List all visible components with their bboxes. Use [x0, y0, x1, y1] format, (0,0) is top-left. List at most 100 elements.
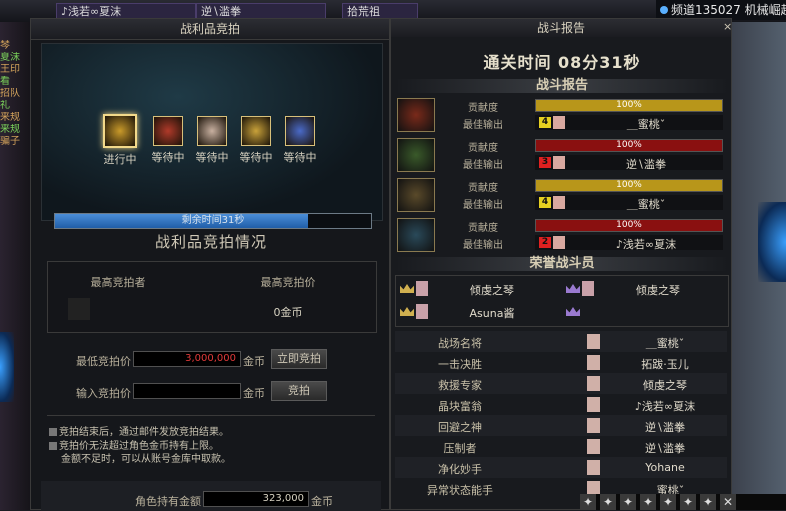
loot-auction-window: 战利品竞拍 ? 进行中等待中等待中等待中等待中 剩余时间31秒 战利品竞拍情况 …	[30, 18, 390, 511]
top-bidder-avatar	[68, 298, 90, 320]
crown-icon	[566, 284, 580, 293]
honor-member-name: Asuna酱	[469, 307, 515, 320]
hotbar-slot[interactable]: ✦	[700, 494, 716, 510]
character-portrait	[397, 178, 435, 212]
player-contribution-row: 贡献度 最佳输出 100% 4 ＿蜜桃ˇ	[395, 177, 727, 213]
player-avatar	[587, 334, 600, 349]
hotbar-slot[interactable]: ✦	[680, 494, 696, 510]
divider	[47, 415, 375, 416]
bullet-icon	[49, 442, 57, 450]
player-name: ＿蜜桃ˇ	[626, 118, 666, 131]
player-avatar	[587, 460, 600, 475]
loot-item-slot[interactable]: 进行中	[102, 114, 138, 167]
battle-report-window: 战斗报告 × 通关时间 08分31秒 战斗报告 贡献度 最佳输出 100% 4 ＿蜜桃ˇ…	[390, 18, 732, 510]
loot-item-slot[interactable]: 等待中	[194, 116, 230, 165]
contribution-bar: 100%	[535, 219, 723, 232]
loot-item-icon	[285, 116, 315, 146]
honor-member[interactable]: Asuna酱	[396, 302, 556, 322]
gold-amount: 323,000	[203, 491, 309, 507]
loot-item-icon	[197, 116, 227, 146]
honor-member[interactable]: 倾虔之琴	[396, 279, 556, 299]
player-avatar	[587, 397, 600, 412]
notice-line: 竞拍结束后，通过邮件发放竞拍结果。	[49, 423, 229, 438]
hotbar: ✦ ✦ ✦ ✦ ✦ ✦ ✦ ✕	[580, 494, 786, 510]
player-name: 逆∖滥拳	[625, 158, 666, 171]
chat-line: 看	[0, 76, 10, 87]
title-name: 晶块富翁	[438, 400, 482, 413]
bid-input[interactable]	[133, 383, 241, 399]
contribution-bar: 100%	[535, 99, 723, 112]
title-name: 压制者	[443, 442, 477, 455]
title-name: 回避之神	[438, 421, 482, 434]
best-output-box: 4 ＿蜜桃ˇ	[535, 115, 723, 131]
player-avatar	[553, 196, 565, 209]
window-title: 战斗报告	[391, 19, 731, 37]
character-portrait	[397, 98, 435, 132]
contribution-bar: 100%	[535, 179, 723, 192]
honor-list: 倾虔之琴 倾虔之琴 Asuna酱	[395, 275, 729, 327]
title-name: 救援专家	[438, 379, 482, 392]
loot-item-status: 等待中	[195, 151, 229, 164]
portal-glow	[758, 202, 786, 282]
hotbar-slot[interactable]: ✦	[620, 494, 636, 510]
gold-unit: 金币	[311, 495, 333, 508]
crown-icon	[400, 307, 414, 316]
contribution-bar: 100%	[535, 139, 723, 152]
loot-item-icon	[103, 114, 137, 148]
honor-member[interactable]: 倾虔之琴	[562, 279, 722, 299]
gold-label: 角色持有金额	[135, 495, 201, 508]
character-portrait	[397, 138, 435, 172]
title-player-name: 拓跋·玉儿	[641, 358, 689, 371]
hotbar-slot[interactable]: ✦	[580, 494, 596, 510]
min-bid-label: 最低竞拍价	[76, 355, 131, 368]
hotbar-slot[interactable]: ✦	[600, 494, 616, 510]
crown-icon	[400, 284, 414, 293]
player-avatar	[582, 281, 594, 296]
contribution-label: 贡献度	[468, 143, 498, 154]
contribution-percent: 100%	[616, 140, 642, 150]
loot-item-status: 进行中	[103, 153, 137, 166]
best-output-box: 3 逆∖滥拳	[535, 155, 723, 171]
crown-icon	[566, 307, 580, 316]
title-player-name: 逆∖滥拳	[644, 421, 685, 434]
best-output-label: 最佳输出	[463, 240, 503, 251]
min-bid-unit: 金币	[243, 355, 265, 368]
loot-item-slot[interactable]: 等待中	[282, 116, 318, 165]
title-player-name: ＿蜜桃ˇ	[645, 337, 685, 350]
instant-bid-button[interactable]: 立即竞拍	[271, 349, 327, 369]
loot-item-status: 等待中	[239, 151, 273, 164]
rank-badge: 3	[539, 157, 551, 168]
player-avatar	[553, 116, 565, 129]
honor-member[interactable]	[562, 302, 722, 322]
window-title: 战利品竞拍	[31, 19, 389, 40]
title-row: 压制者 逆∖滥拳	[395, 436, 727, 457]
player-contribution-row: 贡献度 最佳输出 100% 4 ＿蜜桃ˇ	[395, 97, 727, 133]
title-name: 一击决胜	[438, 358, 482, 371]
player-contribution-row: 贡献度 最佳输出 100% 3 逆∖滥拳	[395, 137, 727, 173]
channel-icon	[660, 6, 668, 14]
title-list: 战场名将 ＿蜜桃ˇ 一击决胜 拓跋·玉儿 救援专家 倾虔之琴 晶块富翁 ♪浅若∞夏沫 回避之神逆…	[395, 331, 727, 499]
title-row: 回避之神 逆∖滥拳	[395, 415, 727, 436]
title-row: 晶块富翁 ♪浅若∞夏沫	[395, 394, 727, 415]
hotbar-slot[interactable]: ✦	[640, 494, 656, 510]
channel-indicator[interactable]: 频道135027 机械崛起	[656, 0, 786, 20]
notice-line: 金额不足时，可以从账号金库中取款。	[61, 454, 231, 465]
bid-button[interactable]: 竞拍	[271, 381, 327, 401]
contribution-label: 贡献度	[468, 183, 498, 194]
player-avatar	[587, 418, 600, 433]
loot-item-slot[interactable]: 等待中	[150, 116, 186, 165]
contribution-percent: 100%	[616, 220, 642, 230]
chat-line: 夏沫	[0, 52, 20, 63]
chat-line: 王印	[0, 64, 20, 75]
hotbar-slot[interactable]: ✕	[720, 494, 736, 510]
rank-badge: 4	[539, 117, 551, 128]
channel-label: 频道135027 机械崛起	[671, 3, 786, 17]
chat-line: 来规	[0, 112, 20, 123]
title-row: 救援专家 倾虔之琴	[395, 373, 727, 394]
best-output-label: 最佳输出	[463, 200, 503, 211]
close-icon[interactable]: ×	[723, 21, 735, 33]
min-bid-field: 3,000,000	[133, 351, 241, 367]
chat-line: 来规	[0, 124, 20, 135]
hotbar-slot[interactable]: ✦	[660, 494, 676, 510]
loot-item-slot[interactable]: 等待中	[238, 116, 274, 165]
